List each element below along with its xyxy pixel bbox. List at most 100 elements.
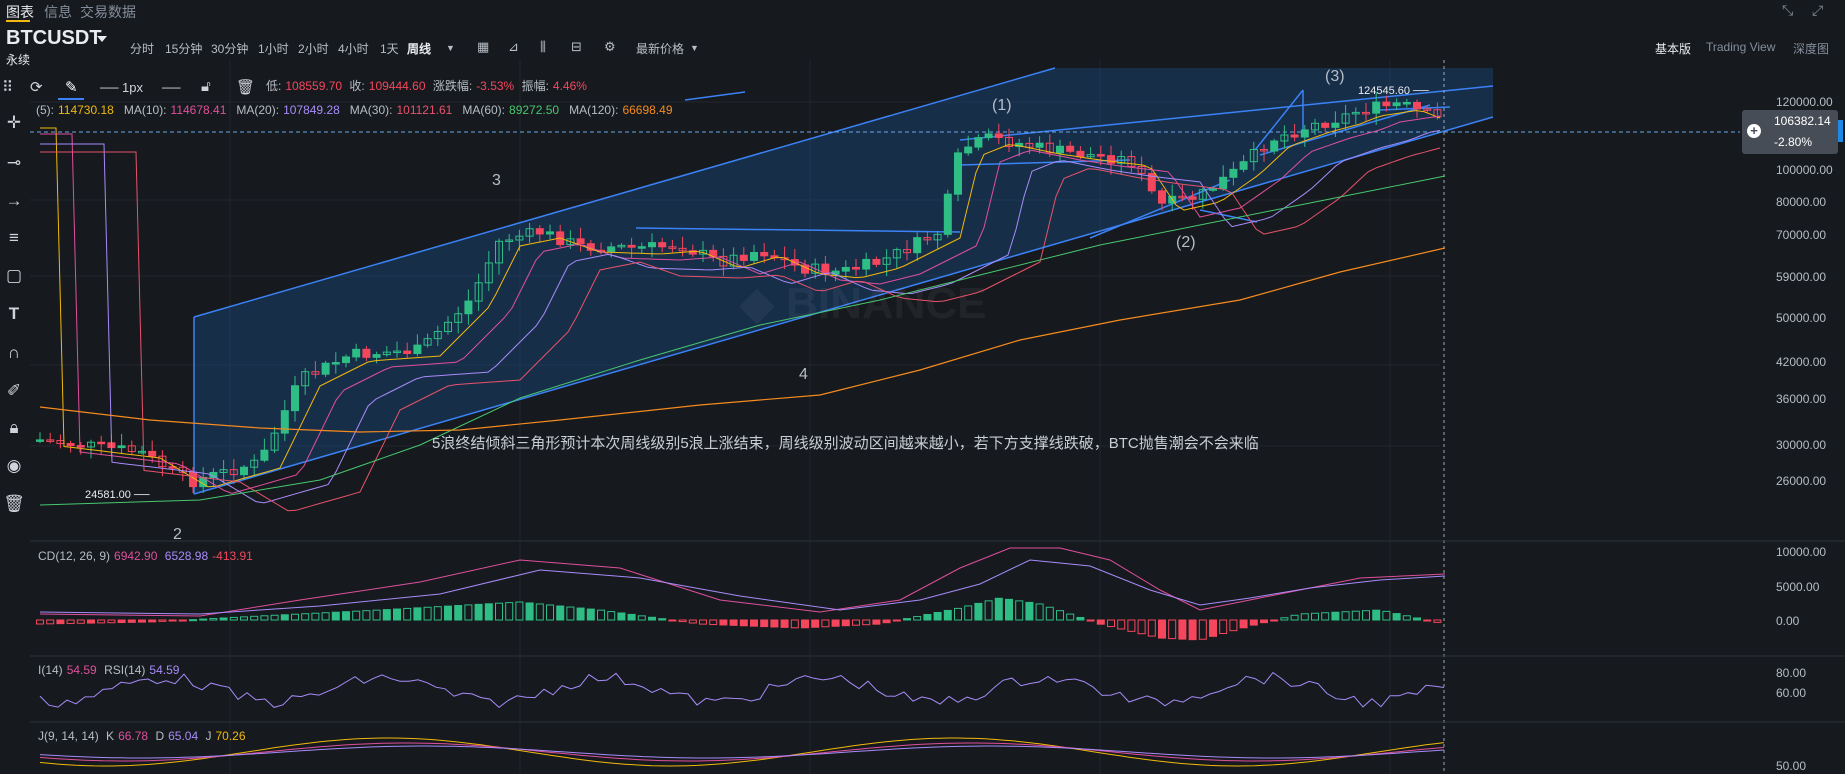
macd-bar xyxy=(994,597,1003,621)
macd-bar xyxy=(1137,619,1146,635)
macd-bar xyxy=(923,614,932,621)
candle-body xyxy=(913,237,922,254)
ma-label: MA(10): xyxy=(123,103,167,117)
price-axis-label: 120000.00 xyxy=(1776,95,1833,109)
candle-body xyxy=(576,238,585,245)
macd-bar xyxy=(178,619,187,622)
macd-bar xyxy=(117,619,126,624)
kdj-axis-label: 50.00 xyxy=(1776,759,1807,773)
macd-bar xyxy=(46,619,55,625)
macd-bar xyxy=(546,604,554,621)
candle-body xyxy=(637,246,646,249)
macd-bar xyxy=(1015,600,1024,621)
macd-bar xyxy=(903,618,911,621)
count-label-4: 4 xyxy=(799,366,808,383)
macd-legend: CD(12, 26, 9) 6942.90 6528.98 -413.91 xyxy=(38,549,253,563)
candle-body xyxy=(994,133,1003,139)
ma-legend: (5): 114730.18 MA(10): 114678.41 MA(20): 1078… xyxy=(36,103,683,117)
add-order-icon[interactable]: + xyxy=(1747,124,1761,138)
ma-label: MA(120): xyxy=(569,103,619,117)
macd-bar xyxy=(525,602,534,621)
candle-body xyxy=(1392,102,1401,107)
candle-body xyxy=(841,266,850,272)
kdj-d-line xyxy=(39,745,1445,759)
macd-bar xyxy=(668,619,677,622)
macd-bar xyxy=(1413,617,1421,621)
macd-bar xyxy=(974,602,983,621)
macd-bar xyxy=(984,600,993,621)
macd-bar xyxy=(566,606,575,621)
wave-label-2: (2) xyxy=(1176,234,1196,251)
rsi-line xyxy=(39,671,1445,709)
candle-body xyxy=(148,450,157,457)
candle-body xyxy=(413,344,422,355)
macd-bar xyxy=(97,619,106,624)
macd-bar xyxy=(464,604,473,621)
current-price-tag[interactable]: + 106382.14 -2.80% xyxy=(1742,110,1838,154)
macd-bar xyxy=(872,619,881,625)
macd-bar xyxy=(1035,603,1044,621)
macd-bar xyxy=(790,619,799,629)
price-axis-label: 30000.00 xyxy=(1776,438,1827,452)
candle-body xyxy=(852,266,860,270)
rsi-axis-label: 80.00 xyxy=(1776,666,1807,680)
macd-bar xyxy=(331,611,340,621)
price-axis-label: 59000.00 xyxy=(1776,270,1827,284)
ma-value: 101121.61 xyxy=(396,103,453,117)
macd-bar xyxy=(229,616,238,621)
candle-body xyxy=(739,254,748,261)
candle-body xyxy=(321,362,330,375)
price-axis-label: 50000.00 xyxy=(1776,311,1827,325)
macd-bar xyxy=(321,612,330,621)
macd-bar xyxy=(515,601,524,621)
kdj-legend: J(9, 14, 14) K 66.78 D 65.04 J 70.26 xyxy=(38,729,246,743)
macd-bar xyxy=(1117,619,1126,630)
macd-bar xyxy=(1198,619,1207,640)
wave-label-1: (1) xyxy=(992,97,1012,114)
macd-bar xyxy=(658,618,667,621)
candle-body xyxy=(1413,102,1421,110)
macd-bar xyxy=(1107,619,1115,628)
candle-body xyxy=(862,258,871,270)
candle-body xyxy=(372,354,381,358)
wave-label-3: (3) xyxy=(1325,68,1345,85)
macd-bar xyxy=(352,610,361,621)
analysis-note: 5浪终结倾斜三角形预计本次周线级别5浪上涨结束，周线级别波动区间越来越小，若下方… xyxy=(432,435,1259,452)
scroll-indicator[interactable] xyxy=(1838,120,1843,142)
macd-bar xyxy=(1402,615,1411,621)
macd-bar xyxy=(739,619,748,627)
candle-body xyxy=(1219,176,1228,190)
macd-bar xyxy=(1249,619,1258,626)
macd-bar xyxy=(127,619,136,623)
macd-bar xyxy=(1300,613,1309,621)
macd-bar xyxy=(138,619,146,623)
macd-bar xyxy=(1331,611,1340,621)
candle-body xyxy=(1321,122,1330,128)
macd-bar xyxy=(209,618,218,621)
macd-bar xyxy=(342,611,350,621)
macd-bar xyxy=(954,607,962,621)
low-marker: 24581.00 ── xyxy=(85,489,150,501)
macd-bar xyxy=(56,619,65,625)
candle-body xyxy=(974,137,983,148)
macd-bar xyxy=(627,613,636,621)
macd-bar xyxy=(852,619,860,626)
ma-value: 89272.50 xyxy=(509,103,560,117)
macd-bar xyxy=(240,616,248,621)
macd-axis-label: 10000.00 xyxy=(1776,545,1827,559)
candle-body xyxy=(1035,142,1044,148)
price-axis-label: 70000.00 xyxy=(1776,228,1827,242)
price-axis-label: 26000.00 xyxy=(1776,474,1827,488)
candle-body xyxy=(260,449,269,461)
macd-bar xyxy=(382,609,391,621)
ma-label: MA(60): xyxy=(462,103,506,117)
macd-bar xyxy=(1290,614,1299,621)
candle-body xyxy=(607,246,616,252)
macd-bar xyxy=(882,619,891,624)
macd-bar xyxy=(291,613,299,621)
candle-body xyxy=(954,152,962,195)
candle-body xyxy=(36,439,44,442)
macd-bar xyxy=(811,619,820,628)
macd-bar xyxy=(1158,619,1166,639)
macd-bar xyxy=(1219,619,1228,635)
